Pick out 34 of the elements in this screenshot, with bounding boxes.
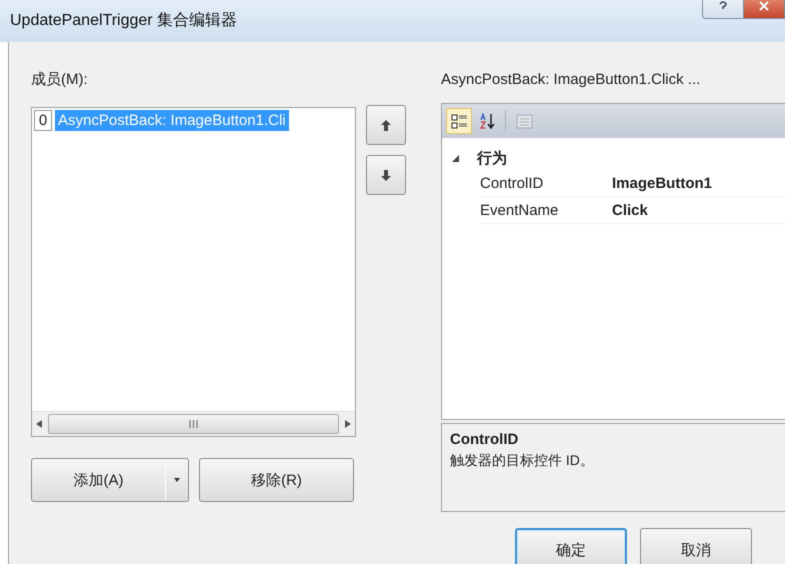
close-icon [759,1,769,11]
remove-button[interactable]: 移除(R) [199,458,354,502]
arrow-up-icon [381,120,391,130]
expanded-icon[interactable] [452,154,459,162]
ok-button[interactable]: 确定 [515,528,627,564]
property-name: EventName [480,202,560,218]
categorized-icon[interactable] [450,113,468,129]
close-button[interactable] [744,0,785,19]
property-value[interactable]: ImageButton1 [612,174,712,192]
description-text: 触发器的目标控件 ID。 [450,451,595,470]
members-list[interactable]: 0 AsyncPostBack: ImageButton1.Cli [31,107,356,437]
add-split-button[interactable]: 添加(A) [31,458,189,502]
scrollbar-thumb[interactable] [48,414,339,434]
sort-icon[interactable] [478,113,496,129]
cancel-button[interactable]: 取消 [640,528,752,564]
properties-header: AsyncPostBack: ImageButton1.Click ... [441,70,702,90]
move-down-button[interactable] [366,155,406,195]
move-up-button[interactable] [366,105,406,145]
horizontal-scrollbar[interactable] [32,411,355,436]
index-cell: 0 [34,110,52,131]
window-title: UpdatePanelTrigger 集合编辑器 [10,10,238,30]
grip-icon [189,420,198,428]
members-label: 成员(M): [31,70,89,90]
scroll-right-icon[interactable] [345,420,351,428]
add-button[interactable]: 添加(A) [32,459,165,501]
category-label: 行为 [477,148,507,168]
help-button[interactable] [702,0,744,19]
property-name: ControlID [480,174,544,192]
dropdown-caret-icon[interactable] [174,478,180,482]
scroll-left-icon[interactable] [36,420,42,428]
property-value[interactable]: Click [612,202,648,218]
description-title: ControlID [450,430,520,450]
arrow-down-icon [381,170,391,180]
help-icon [719,1,727,11]
